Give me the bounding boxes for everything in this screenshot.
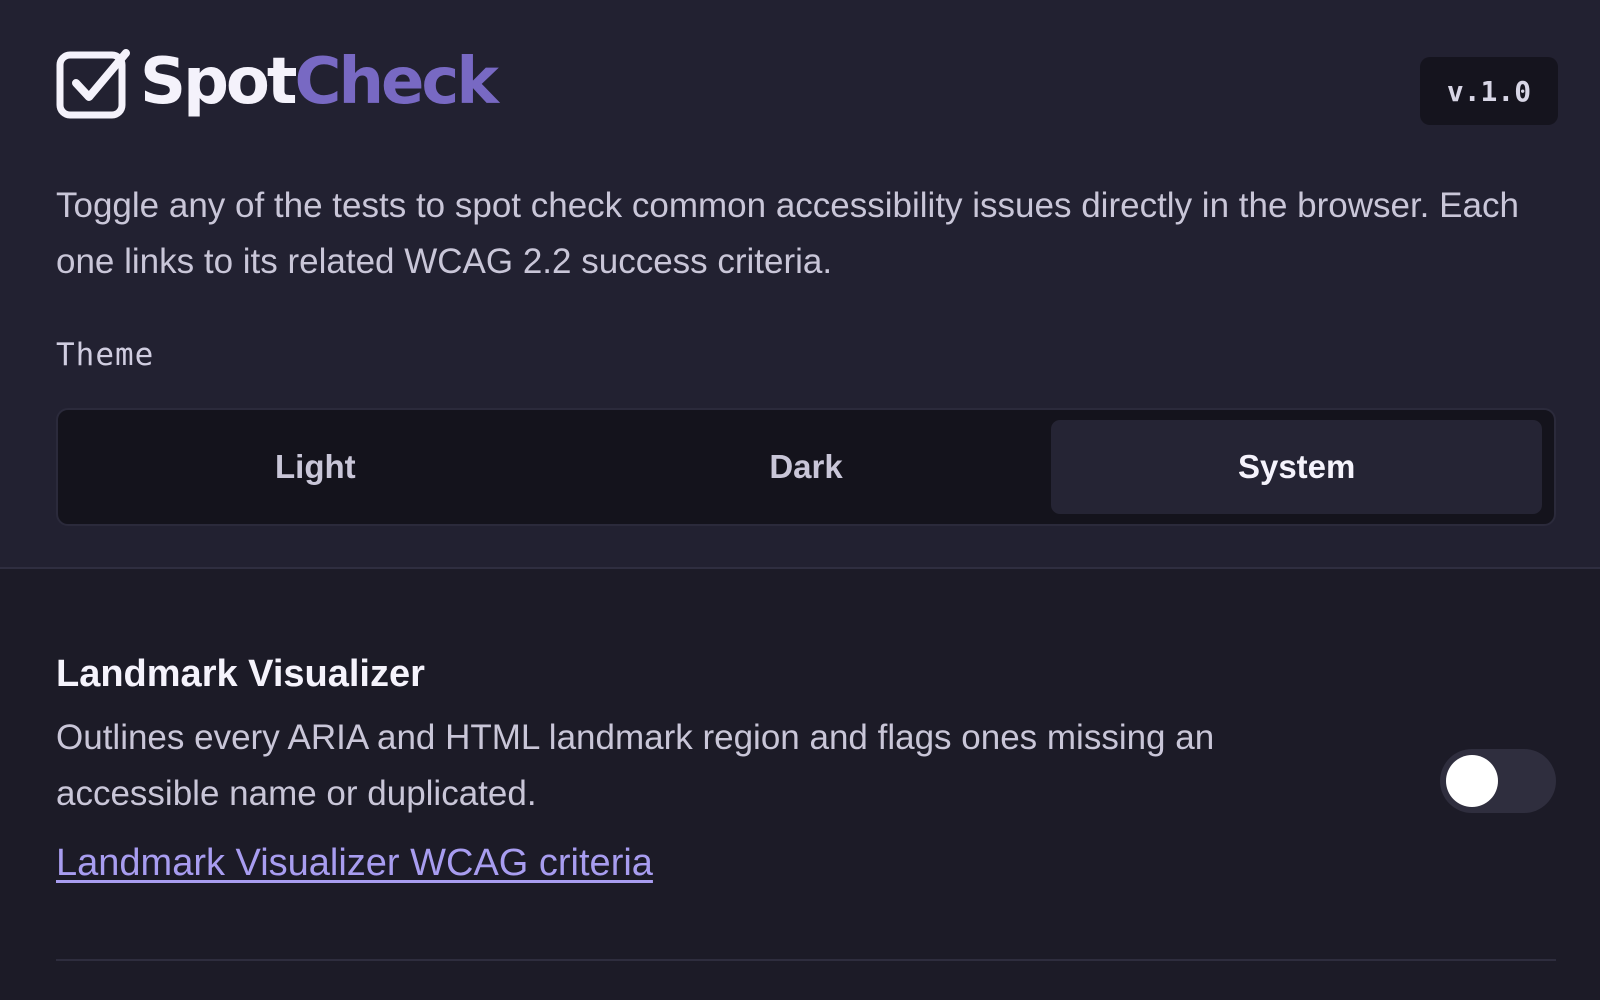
version-badge: v.1.0 [1420,57,1558,125]
test-description: Outlines every ARIA and HTML landmark re… [56,718,1215,813]
theme-switcher: Light Dark System [56,408,1556,526]
brand-logo-group: SpotCheck [56,46,499,122]
brand-name-spot: Spot [140,45,297,119]
test-landmark-visualizer: Landmark Visualizer Outlines every ARIA … [56,650,1556,885]
toggle-knob [1446,755,1498,807]
brand-name: SpotCheck [140,50,499,114]
theme-option-dark[interactable]: Dark [561,420,1052,514]
brand-name-check: Check [294,45,498,119]
spotcheck-popup: SpotCheck v.1.0 Toggle any of the tests … [0,0,1600,1000]
section-divider [56,959,1556,961]
header-panel: SpotCheck v.1.0 Toggle any of the tests … [0,0,1600,569]
intro-text: Toggle any of the tests to spot check co… [56,186,1519,281]
checkbox-check-icon [56,49,130,119]
theme-option-system[interactable]: System [1051,420,1543,514]
theme-option-light[interactable]: Light [70,420,561,514]
landmark-visualizer-toggle[interactable] [1440,749,1556,813]
wcag-criteria-link[interactable]: Landmark Visualizer WCAG criteria [56,842,653,885]
test-title: Landmark Visualizer [56,653,425,695]
theme-label: Theme [56,337,155,373]
